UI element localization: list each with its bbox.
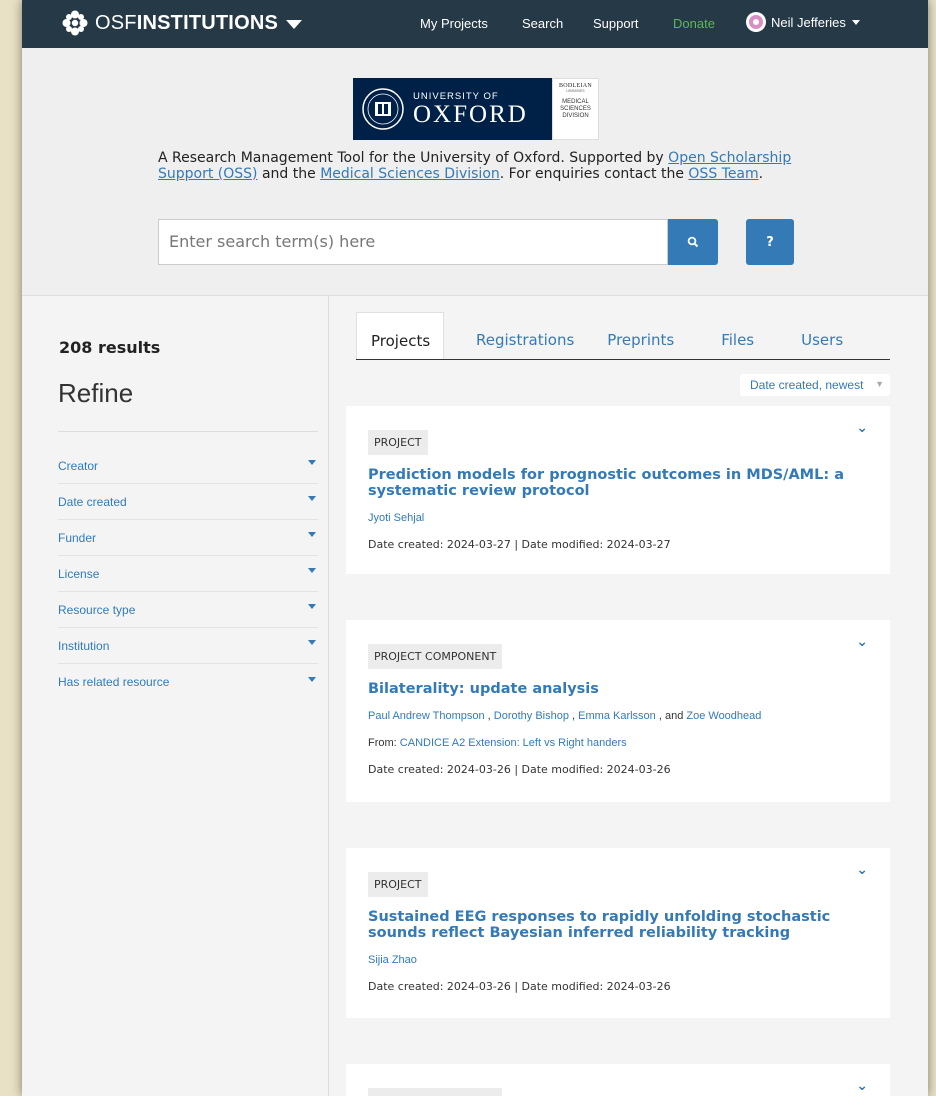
- result-from: From: CANDICE A2 Extension: Left vs Righ…: [368, 737, 868, 749]
- result-title-link[interactable]: Prediction models for prognostic outcome…: [368, 467, 868, 499]
- user-name: Neil Jefferies: [771, 14, 846, 30]
- author-link[interactable]: Paul Andrew Thompson: [368, 710, 485, 722]
- oss-team-link[interactable]: OSS Team: [688, 166, 758, 182]
- filter-label: License: [58, 566, 100, 581]
- caret-down-icon: ▼: [875, 379, 884, 389]
- caret-down-icon: [308, 676, 316, 682]
- result-card: ⌄ PROJECT Prediction models for prognost…: [346, 406, 890, 574]
- caret-down-icon: [286, 19, 303, 29]
- caret-down-icon: [308, 604, 316, 609]
- author-link[interactable]: Zoe Woodhead: [686, 710, 761, 722]
- filter-funder[interactable]: Funder: [58, 520, 318, 556]
- result-dates: Date created: 2024-03-27 | Date modified…: [368, 538, 671, 551]
- author-link[interactable]: Jyoti Sehjal: [368, 512, 424, 524]
- filter-label: Has related resource: [58, 675, 170, 689]
- desc-text: . For enquiries contact the: [499, 166, 689, 182]
- caret-down-icon: [308, 640, 316, 645]
- logo-university-of: UNIVERSITY OF: [413, 90, 499, 102]
- logo-division: DIVISION: [562, 113, 589, 119]
- institution-logo: UNIVERSITY OF OXFORD BODLEIAN LIBRARIES …: [353, 78, 599, 140]
- filter-license[interactable]: License: [58, 556, 318, 592]
- nav-my-projects[interactable]: My Projects: [420, 16, 488, 31]
- logo-sciences: SCIENCES: [560, 106, 591, 112]
- filter-has-related-resource[interactable]: Has related resource: [58, 664, 318, 700]
- nav-support[interactable]: Support: [593, 16, 639, 31]
- refine-heading: Refine: [58, 378, 134, 408]
- result-authors: Paul Andrew Thompson , Dorothy Bishop , …: [368, 710, 762, 722]
- author-link[interactable]: Sijia Zhao: [368, 954, 417, 966]
- desc-text: and the: [257, 166, 321, 182]
- filter-label: Date created: [58, 494, 127, 509]
- search-help-button[interactable]: ?: [746, 219, 794, 265]
- filter-label: Funder: [58, 530, 97, 545]
- caret-down-icon: [308, 496, 316, 501]
- tab-files[interactable]: Files: [721, 312, 754, 359]
- osf-logo-icon: [62, 10, 88, 36]
- filter-institution[interactable]: Institution: [58, 628, 318, 664]
- tab-users[interactable]: Users: [801, 312, 843, 359]
- filter-date-created[interactable]: Date created: [58, 484, 318, 520]
- browser-window: OSFINSTITUTIONS My Projects Search Suppo…: [22, 0, 928, 1096]
- result-card: ⌄ PROJECT COMPONENT Bilaterality: update…: [346, 620, 890, 802]
- tab-projects[interactable]: Projects: [356, 312, 444, 359]
- logo-medical: MEDICAL: [562, 99, 589, 105]
- resource-type-badge: PROJECT COMPONENT: [368, 1088, 503, 1096]
- result-count: 208 results: [59, 338, 161, 357]
- result-dates: Date created: 2024-03-26 | Date modified…: [368, 763, 671, 776]
- filter-creator[interactable]: Creator: [58, 448, 318, 484]
- caret-down-icon: [308, 532, 316, 537]
- parent-project-link[interactable]: CANDICE A2 Extension: Left vs Right hand…: [400, 737, 627, 749]
- result-authors: Jyoti Sehjal: [368, 512, 868, 524]
- desc-text: A Research Management Tool for the Unive…: [158, 150, 669, 166]
- filter-label: Institution: [58, 638, 110, 653]
- search-icon: [687, 236, 699, 248]
- search-button[interactable]: [668, 219, 718, 265]
- result-authors: Sijia Zhao: [368, 954, 868, 966]
- logo-libraries: LIBRARIES: [566, 89, 585, 93]
- nav-search[interactable]: Search: [522, 16, 563, 31]
- result-title-link[interactable]: Sustained EEG responses to rapidly unfol…: [368, 909, 868, 941]
- bodleian-msd-logo: BODLEIAN LIBRARIES MEDICAL SCIENCES DIVI…: [552, 78, 599, 140]
- nav-donate[interactable]: Donate: [673, 16, 715, 31]
- navbar: OSFINSTITUTIONS My Projects Search Suppo…: [22, 0, 928, 48]
- oxford-logo: UNIVERSITY OF OXFORD: [353, 78, 552, 140]
- result-card: ⌄ PROJECT Sustained EEG responses to rap…: [346, 848, 890, 1018]
- avatar: [746, 12, 766, 32]
- desc-text: .: [758, 166, 764, 182]
- filter-resource-type[interactable]: Resource type: [58, 592, 318, 628]
- result-dates: Date created: 2024-03-26 | Date modified…: [368, 980, 671, 993]
- author-link[interactable]: Emma Karlsson: [578, 710, 656, 722]
- from-label: From:: [368, 737, 397, 749]
- result-title-link[interactable]: Bilaterality: update analysis: [368, 681, 868, 697]
- result-type-tabs: Projects Registrations Preprints Files U…: [356, 312, 890, 360]
- oxford-crest-icon: [362, 88, 404, 130]
- tab-preprints[interactable]: Preprints: [607, 312, 674, 359]
- resource-type-badge: PROJECT: [368, 872, 428, 897]
- user-menu[interactable]: Neil Jefferies: [746, 12, 860, 32]
- osf-brand-menu[interactable]: OSFINSTITUTIONS: [62, 10, 303, 36]
- caret-down-icon: [308, 460, 316, 465]
- sort-select[interactable]: Date created, newest ▼: [740, 374, 890, 396]
- caret-down-icon: [308, 568, 316, 573]
- filter-label: Resource type: [58, 602, 136, 617]
- logo-oxford: OXFORD: [413, 100, 528, 128]
- filter-list: Creator Date created Funder License Reso…: [58, 448, 318, 700]
- filter-sidebar: 208 results Refine Creator Date created …: [22, 296, 329, 1096]
- resource-type-badge: PROJECT COMPONENT: [368, 644, 503, 669]
- chevron-down-icon: [851, 19, 860, 25]
- filter-label: Creator: [58, 458, 99, 473]
- search-input[interactable]: Enter search term(s) here: [158, 219, 668, 265]
- result-card: ⌄ PROJECT COMPONENT: [346, 1064, 890, 1096]
- institution-description: A Research Management Tool for the Unive…: [158, 150, 818, 182]
- msd-link[interactable]: Medical Sciences Division: [320, 166, 500, 182]
- author-link[interactable]: Dorothy Bishop: [494, 710, 569, 722]
- divider: [58, 431, 318, 432]
- brand-title: OSFINSTITUTIONS: [95, 11, 279, 34]
- tab-registrations[interactable]: Registrations: [476, 312, 574, 359]
- sort-value: Date created, newest: [750, 378, 864, 392]
- resource-type-badge: PROJECT: [368, 430, 428, 455]
- institution-header: UNIVERSITY OF OXFORD BODLEIAN LIBRARIES …: [22, 48, 928, 296]
- user-avatar-icon: [749, 15, 763, 29]
